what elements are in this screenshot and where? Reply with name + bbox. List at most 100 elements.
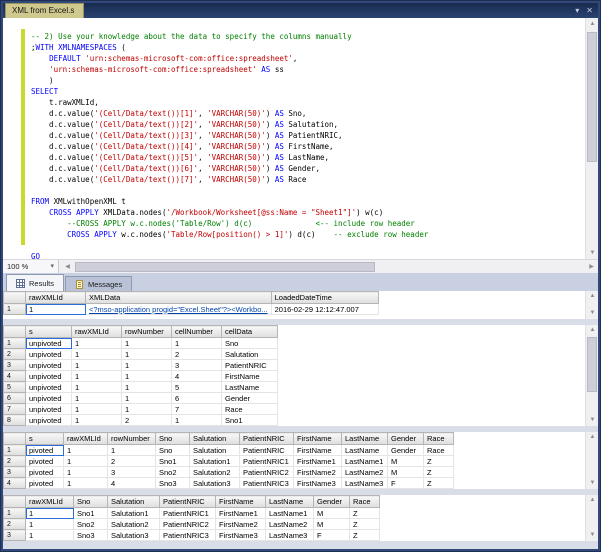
grid-cell[interactable]: PatientNRIC bbox=[240, 445, 294, 456]
grid-cell[interactable]: LastName bbox=[342, 445, 388, 456]
grid-scrollbar[interactable]: ▲ ▼ bbox=[585, 325, 598, 426]
grid-cell[interactable]: Salutation3 bbox=[190, 478, 240, 489]
grid-cell[interactable]: 1 bbox=[26, 530, 74, 541]
grid-cell[interactable]: Gender bbox=[222, 393, 278, 404]
grid-cell[interactable]: PatientNRIC3 bbox=[240, 478, 294, 489]
grid-cell[interactable]: pivoted bbox=[26, 445, 64, 456]
grid-cell[interactable]: <?mso-application progid="Excel.Sheet"?>… bbox=[86, 304, 272, 315]
grid-cell[interactable]: LastName bbox=[222, 382, 278, 393]
grid-row[interactable]: 4pivoted14Sno3Salutation3PatientNRIC3Fir… bbox=[4, 478, 454, 489]
grid-cell[interactable]: 1 bbox=[64, 456, 108, 467]
column-header[interactable]: Race bbox=[350, 496, 380, 508]
row-header[interactable]: 4 bbox=[4, 371, 26, 382]
grid-scrollbar[interactable]: ▲ ▼ bbox=[585, 495, 598, 541]
grid-cell[interactable]: M bbox=[314, 508, 350, 519]
column-header[interactable]: cellData bbox=[222, 326, 278, 338]
column-header[interactable]: rawXMLId bbox=[72, 326, 122, 338]
grid-cell[interactable]: 4 bbox=[172, 371, 222, 382]
grid-cell[interactable]: Sno3 bbox=[156, 478, 190, 489]
column-header[interactable]: FirstName bbox=[294, 433, 342, 445]
grid-cell[interactable]: 7 bbox=[172, 404, 222, 415]
grid-cell[interactable]: 5 bbox=[172, 382, 222, 393]
grid-cell[interactable]: 1 bbox=[122, 349, 172, 360]
grid-cell[interactable]: Z bbox=[424, 478, 454, 489]
grid-cell[interactable]: Salutation bbox=[222, 349, 278, 360]
editor-vertical-scrollbar[interactable]: ▲ ▼ bbox=[585, 18, 598, 259]
row-header[interactable]: 2 bbox=[4, 456, 26, 467]
result-grid-final[interactable]: rawXMLIdSnoSalutationPatientNRICFirstNam… bbox=[3, 495, 598, 541]
grid-cell[interactable]: Race bbox=[424, 445, 454, 456]
column-header[interactable]: rawXMLId bbox=[26, 496, 74, 508]
grid-cell[interactable]: Race bbox=[222, 404, 278, 415]
grid-corner[interactable] bbox=[4, 433, 26, 445]
grid-cell[interactable]: unpivoted bbox=[26, 371, 72, 382]
grid-row[interactable]: 31Sno3Salutation3PatientNRIC3FirstName3L… bbox=[4, 530, 380, 541]
result-grid-unpivoted[interactable]: srawXMLIdrowNumbercellNumbercellData1unp… bbox=[3, 325, 598, 426]
grid-cell[interactable]: unpivoted bbox=[26, 404, 72, 415]
scrollbar-thumb[interactable] bbox=[587, 337, 597, 392]
grid-cell[interactable]: 1 bbox=[64, 467, 108, 478]
grid-cell[interactable]: 1 bbox=[122, 393, 172, 404]
grid-cell[interactable]: FirstName bbox=[222, 371, 278, 382]
grid-cell[interactable]: F bbox=[388, 478, 424, 489]
grid-cell[interactable]: unpivoted bbox=[26, 338, 72, 349]
grid-cell[interactable]: 1 bbox=[72, 371, 122, 382]
grid-row[interactable]: 1unpivoted111Sno bbox=[4, 338, 278, 349]
column-header[interactable]: rawXMLId bbox=[64, 433, 108, 445]
grid-cell[interactable]: unpivoted bbox=[26, 349, 72, 360]
row-header[interactable]: 2 bbox=[4, 519, 26, 530]
grid-cell[interactable]: pivoted bbox=[26, 478, 64, 489]
grid-cell[interactable]: LastName1 bbox=[266, 508, 314, 519]
grid-cell[interactable]: 1 bbox=[26, 508, 74, 519]
column-header[interactable]: Salutation bbox=[190, 433, 240, 445]
grid-row[interactable]: 3pivoted13Sno2Salutation2PatientNRIC2Fir… bbox=[4, 467, 454, 478]
grid-cell[interactable]: 1 bbox=[172, 338, 222, 349]
scrollbar-thumb[interactable] bbox=[75, 262, 375, 272]
grid-cell[interactable]: Salutation1 bbox=[190, 456, 240, 467]
grid-cell[interactable]: FirstName1 bbox=[216, 508, 266, 519]
grid-cell[interactable]: 2 bbox=[108, 456, 156, 467]
column-header[interactable]: s bbox=[26, 433, 64, 445]
zoom-dropdown-icon[interactable]: ▾ bbox=[50, 260, 54, 273]
row-header[interactable]: 1 bbox=[4, 445, 26, 456]
column-header[interactable]: Race bbox=[424, 433, 454, 445]
grid-cell[interactable]: Sno bbox=[156, 445, 190, 456]
grid-row[interactable]: 11<?mso-application progid="Excel.Sheet"… bbox=[4, 304, 379, 315]
grid-cell[interactable]: LastName1 bbox=[342, 456, 388, 467]
row-header[interactable]: 5 bbox=[4, 382, 26, 393]
grid-cell[interactable]: unpivoted bbox=[26, 382, 72, 393]
row-header[interactable]: 1 bbox=[4, 508, 26, 519]
column-header[interactable]: XMLData bbox=[86, 292, 272, 304]
grid-row[interactable]: 21Sno2Salutation2PatientNRIC2FirstName2L… bbox=[4, 519, 380, 530]
grid-row[interactable]: 8unpivoted121Sno1 bbox=[4, 415, 278, 426]
grid-cell[interactable]: PatientNRIC1 bbox=[160, 508, 216, 519]
grid-cell[interactable]: 1 bbox=[64, 445, 108, 456]
scroll-up-icon[interactable]: ▲ bbox=[586, 18, 598, 30]
chevron-down-icon[interactable]: ▾ bbox=[575, 3, 579, 18]
row-header[interactable]: 4 bbox=[4, 478, 26, 489]
grid-cell[interactable]: Salutation bbox=[190, 445, 240, 456]
scroll-up-icon[interactable]: ▲ bbox=[586, 432, 598, 443]
grid-cell[interactable]: 3 bbox=[172, 360, 222, 371]
grid-cell[interactable]: Sno1 bbox=[156, 456, 190, 467]
column-header[interactable]: s bbox=[26, 326, 72, 338]
grid-cell[interactable]: Salutation2 bbox=[108, 519, 160, 530]
grid-cell[interactable]: FirstName bbox=[294, 445, 342, 456]
grid-row[interactable]: 11Sno1Salutation1PatientNRIC1FirstName1L… bbox=[4, 508, 380, 519]
column-header[interactable]: PatientNRIC bbox=[240, 433, 294, 445]
column-header[interactable]: LastName bbox=[342, 433, 388, 445]
grid-cell[interactable]: FirstName1 bbox=[294, 456, 342, 467]
result-grid-xml-source[interactable]: rawXMLIdXMLDataLoadedDateTime11<?mso-app… bbox=[3, 291, 598, 319]
grid-cell[interactable]: Sno1 bbox=[74, 508, 108, 519]
grid-cell[interactable]: 1 bbox=[72, 382, 122, 393]
column-header[interactable]: rowNumber bbox=[122, 326, 172, 338]
grid-cell[interactable]: pivoted bbox=[26, 456, 64, 467]
grid-row[interactable]: 4unpivoted114FirstName bbox=[4, 371, 278, 382]
grid-cell[interactable]: LastName2 bbox=[266, 519, 314, 530]
grid-cell[interactable]: 1 bbox=[26, 304, 86, 315]
grid-cell[interactable]: 2 bbox=[122, 415, 172, 426]
column-header[interactable]: PatientNRIC bbox=[160, 496, 216, 508]
grid-cell[interactable]: Z bbox=[350, 530, 380, 541]
grid-cell[interactable]: 1 bbox=[122, 338, 172, 349]
grid-cell[interactable]: FirstName2 bbox=[216, 519, 266, 530]
